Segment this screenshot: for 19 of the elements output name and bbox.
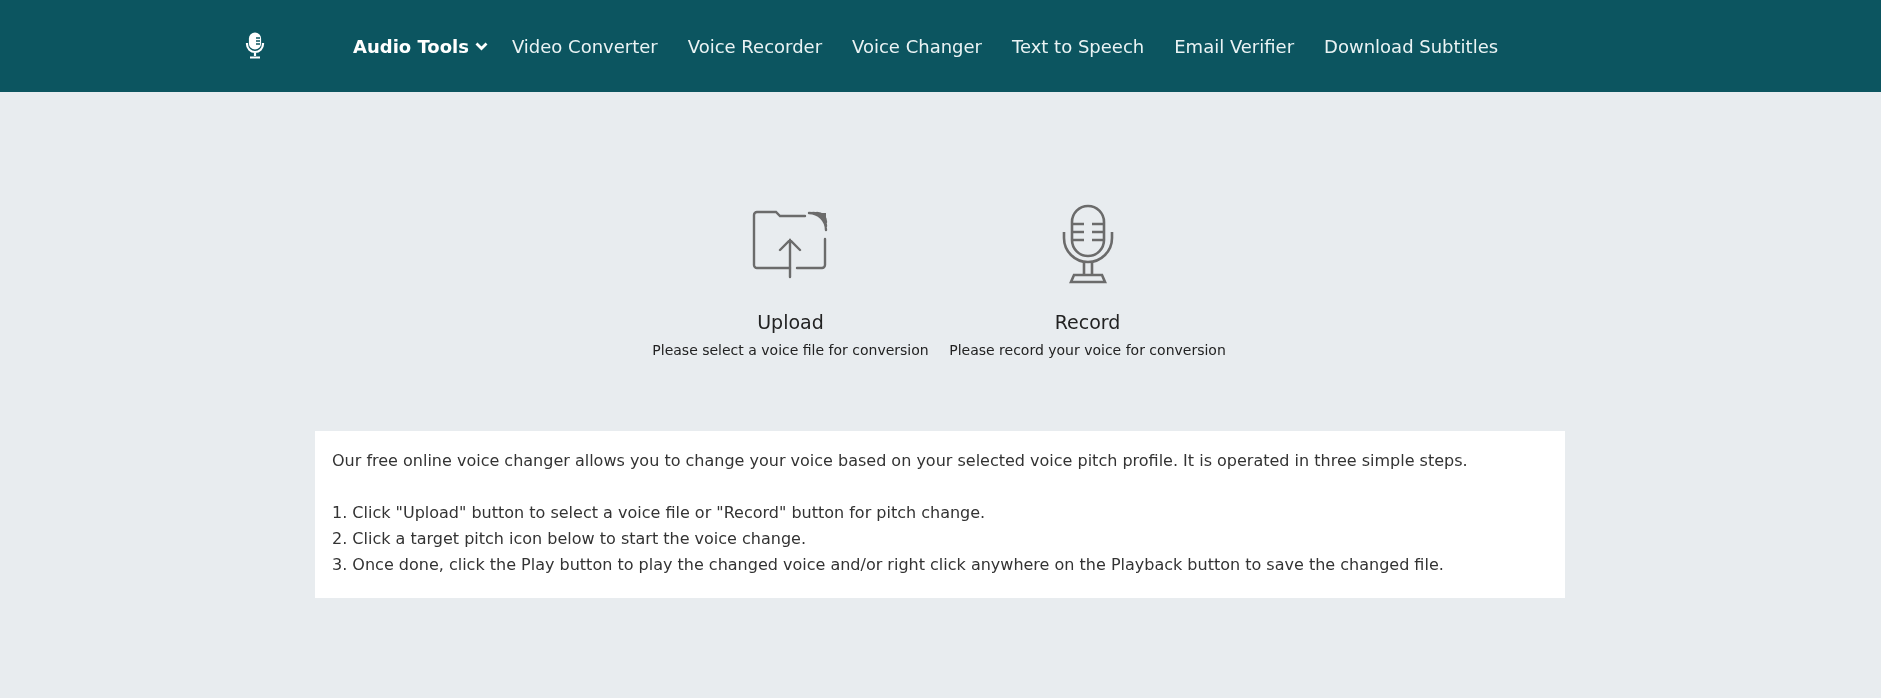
dropdown-menu[interactable]: Audio Tools <box>353 35 488 57</box>
folder-upload-icon[interactable] <box>751 209 830 279</box>
action-title[interactable]: Upload <box>757 311 824 333</box>
instruction-step: 2. Click a target pitch icon below to start the voice change. <box>332 526 1548 552</box>
nav-link[interactable]: Email Verifier <box>1174 35 1295 57</box>
action-description: Please select a voice file for conversion <box>652 342 929 358</box>
nav-link[interactable]: Video Converter <box>511 35 658 57</box>
chevron-down-icon <box>474 41 488 51</box>
nav-link[interactable]: Text to Speech <box>1012 35 1145 57</box>
action-title[interactable]: Record <box>1054 311 1121 333</box>
instruction-step: 1. Click "Upload" button to select a voice file or "Record" button for pitch change. <box>332 500 1548 526</box>
instruction-step: 3. Once done, click the Play button to play the changed voice and/or right click anywhere on the Playback button to save the changed file. <box>332 552 1548 578</box>
action-description: Please record your voice for conversion <box>949 342 1226 358</box>
nav-link[interactable]: Voice Changer <box>852 35 982 57</box>
intro-paragraph: Our free online voice changer allows you to change your voice based on your selected voice pitch profile. It is operated in three simple steps. <box>332 450 1469 472</box>
nav-link[interactable]: Download Subtitles <box>1324 35 1499 57</box>
microphone-icon[interactable] <box>1060 204 1115 284</box>
microphone-icon[interactable] <box>245 32 265 60</box>
nav-link[interactable]: Voice Recorder <box>687 35 823 57</box>
